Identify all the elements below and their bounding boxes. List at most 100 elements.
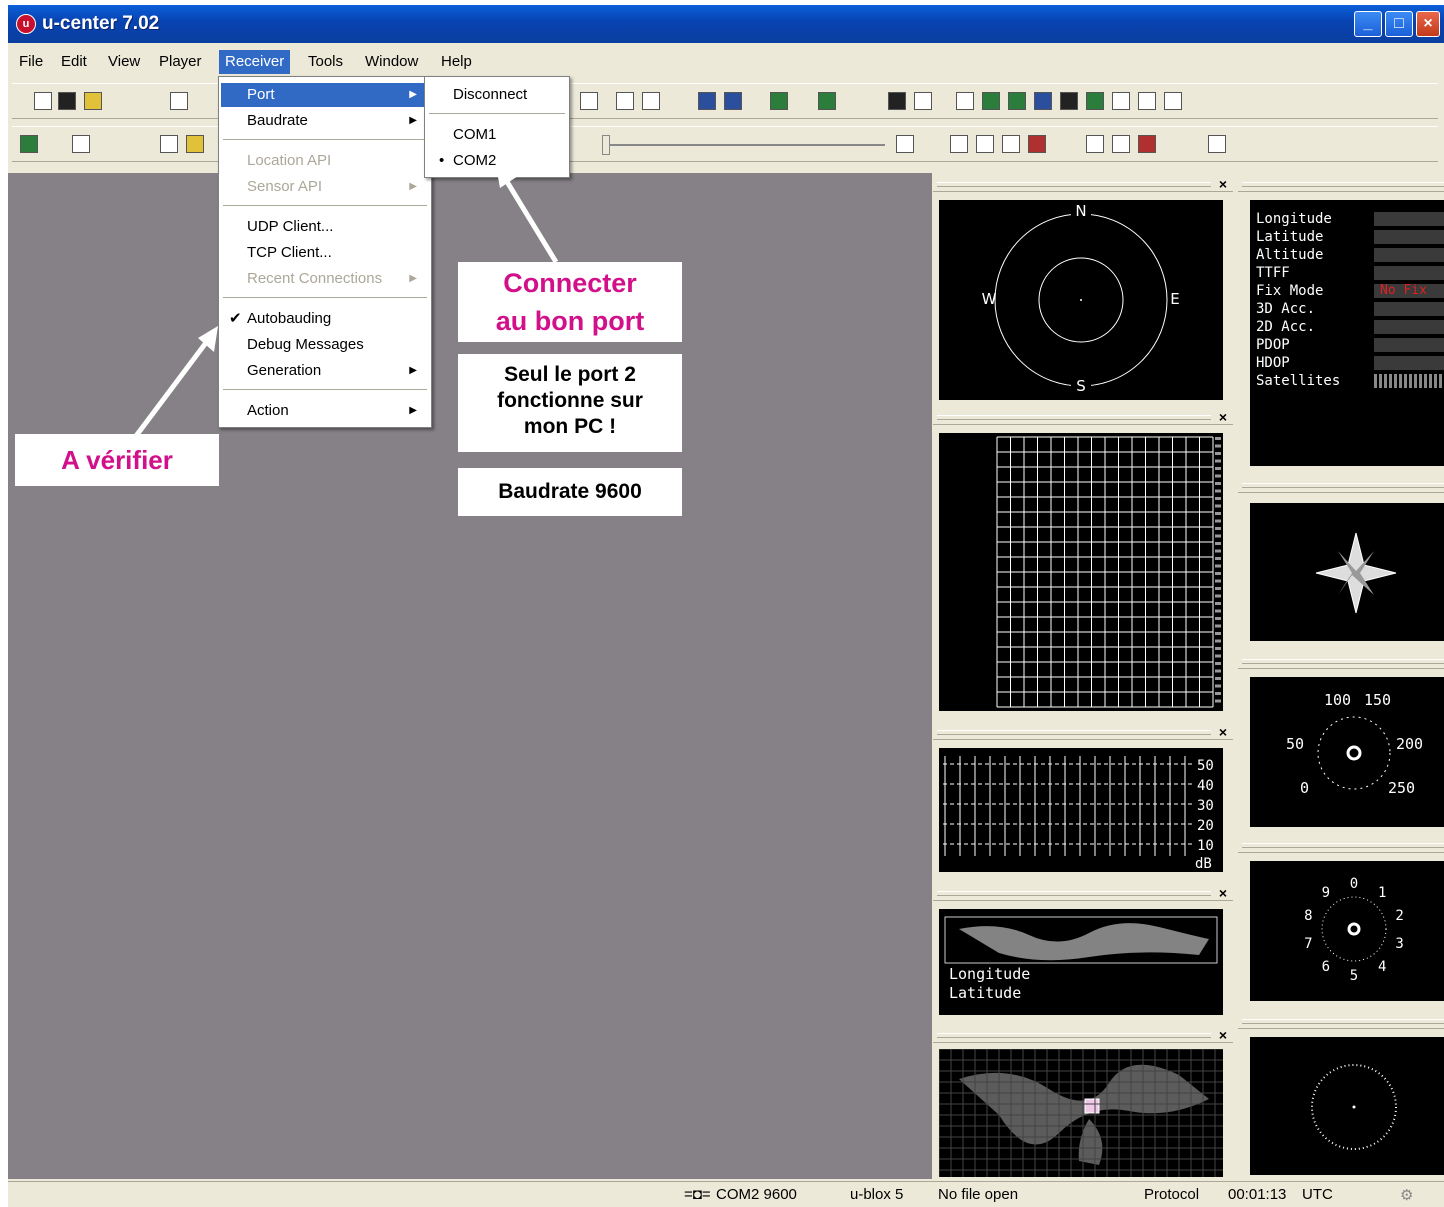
playback-slider-track — [607, 144, 885, 146]
chart-view-icon[interactable] — [770, 92, 788, 110]
menu-com1[interactable]: COM1 — [427, 123, 567, 147]
sky-view-pane: × N S E W — [933, 176, 1233, 404]
close-button[interactable]: × — [1416, 11, 1440, 37]
menu-player[interactable]: Player — [153, 50, 208, 74]
menu-disconnect[interactable]: Disconnect — [427, 83, 567, 107]
menu-window[interactable]: Window — [359, 50, 424, 74]
pane-grip[interactable] — [933, 178, 1233, 192]
menu-action[interactable]: Action ▶ — [221, 399, 429, 423]
pane-close-icon[interactable]: × — [1219, 1027, 1227, 1043]
connect-note-line-1: Connecter — [503, 268, 637, 298]
compass-sky-plot: N S E W — [982, 202, 1180, 395]
pane-grip[interactable] — [933, 887, 1233, 901]
reset-icon[interactable] — [1028, 135, 1046, 153]
menu-location-api: Location API — [247, 152, 332, 169]
menu-com2[interactable]: • COM2 — [427, 149, 567, 173]
speedometer-pane: × 100 150 50 200 0 250 — [1238, 655, 1444, 833]
map-icon[interactable] — [724, 92, 742, 110]
cold-start-icon[interactable] — [1002, 135, 1020, 153]
autobaud-wand-icon[interactable] — [160, 135, 178, 153]
pane-grip[interactable] — [933, 726, 1233, 740]
pane-grip[interactable] — [1238, 839, 1444, 853]
clock-tick-1: 1 — [1378, 885, 1386, 901]
connection-icon[interactable] — [20, 135, 38, 153]
compass-rose-icon — [1315, 532, 1397, 614]
table-view-icon[interactable] — [642, 92, 660, 110]
menu-receiver[interactable]: Receiver — [219, 50, 291, 74]
window-title: u-center 7.02 — [42, 13, 160, 34]
pane-grip[interactable] — [933, 411, 1233, 425]
hot-start-icon[interactable] — [950, 135, 968, 153]
status-time: 00:01:13 — [1228, 1186, 1287, 1203]
level-icon[interactable] — [1008, 92, 1026, 110]
signal-unit: dB — [1195, 856, 1212, 872]
speed-icon[interactable] — [1138, 92, 1156, 110]
new-file-icon[interactable] — [34, 92, 52, 110]
menu-autobauding[interactable]: ✔ Autobauding — [221, 307, 429, 331]
pane-close-icon[interactable]: × — [1219, 409, 1227, 425]
menu-port[interactable]: Port ▶ — [221, 83, 429, 107]
globe-icon[interactable] — [698, 92, 716, 110]
menu-edit[interactable]: Edit — [55, 50, 93, 74]
attitude-screen — [1250, 1037, 1444, 1175]
gear-send-icon[interactable] — [1112, 135, 1130, 153]
config-icon[interactable] — [1164, 92, 1182, 110]
skip-end-icon[interactable] — [896, 135, 914, 153]
sky-view-icon[interactable] — [914, 92, 932, 110]
text-console-icon[interactable] — [1060, 92, 1078, 110]
baudrate-icon[interactable] — [72, 135, 90, 153]
pane-close-icon[interactable]: × — [1219, 176, 1227, 192]
pane-grip[interactable] — [1238, 1015, 1444, 1029]
gear-stop-icon[interactable] — [1138, 135, 1156, 153]
menu-generation[interactable]: Generation ▶ — [221, 359, 429, 383]
connect-note-line-2: au bon port — [495, 306, 645, 336]
warm-start-icon[interactable] — [976, 135, 994, 153]
gps-options-icon[interactable] — [1208, 135, 1226, 153]
view-toggle-icon[interactable] — [580, 92, 598, 110]
menu-file[interactable]: File — [13, 50, 49, 74]
open-folder-icon[interactable] — [84, 92, 102, 110]
satellite-icon[interactable] — [956, 92, 974, 110]
menu-debug-messages[interactable]: Debug Messages — [221, 333, 429, 357]
title-bar[interactable]: u u-center 7.02 _ □ × — [8, 5, 1444, 43]
clock-gauge: 0 12 34 5 67 89 — [1304, 876, 1404, 984]
signal-icon[interactable] — [982, 92, 1000, 110]
satellite-level-pane: × — [933, 409, 1233, 715]
value-bar — [1374, 248, 1444, 262]
compass-icon[interactable] — [1034, 92, 1052, 110]
speed-tick-0: 0 — [1300, 779, 1309, 797]
playback-slider-thumb[interactable] — [602, 135, 610, 155]
pane-close-icon[interactable]: × — [1219, 885, 1227, 901]
pane-close-icon[interactable]: × — [1219, 724, 1227, 740]
menu-separator — [223, 389, 427, 390]
sum-icon[interactable] — [616, 92, 634, 110]
print-icon[interactable] — [170, 92, 188, 110]
pane-grip[interactable] — [1238, 178, 1444, 192]
pane-grip[interactable] — [1238, 479, 1444, 493]
value-bar — [1374, 266, 1444, 280]
pane-grip[interactable] — [1238, 655, 1444, 669]
gear-poll-icon[interactable] — [1086, 135, 1104, 153]
debug-bug-icon[interactable] — [186, 135, 204, 153]
submenu-arrow-icon: ▶ — [409, 273, 417, 284]
menu-tcp-client[interactable]: TCP Client... — [221, 241, 429, 265]
status-port: COM2 9600 — [716, 1186, 797, 1203]
menu-udp-client[interactable]: UDP Client... — [221, 215, 429, 239]
menu-view[interactable]: View — [102, 50, 146, 74]
status-bar: =◘= COM2 9600 u-blox 5 No file open Prot… — [8, 1181, 1444, 1207]
save-icon[interactable] — [58, 92, 76, 110]
menu-help[interactable]: Help — [435, 50, 478, 74]
packet-console-icon[interactable] — [1086, 92, 1104, 110]
menu-tools[interactable]: Tools — [302, 50, 349, 74]
pane-grip[interactable] — [933, 1029, 1233, 1043]
minimize-button[interactable]: _ — [1354, 11, 1382, 37]
menu-baudrate[interactable]: Baudrate ▶ — [221, 109, 429, 133]
connection-status-icon: =◘= — [684, 1186, 711, 1203]
clock-tick-9: 9 — [1322, 885, 1330, 901]
binary-console-icon[interactable] — [1112, 92, 1130, 110]
submenu-arrow-icon: ▶ — [409, 181, 417, 192]
verify-note: A vérifier — [15, 434, 219, 486]
maximize-button[interactable]: □ — [1385, 11, 1413, 37]
deviation-icon[interactable] — [888, 92, 906, 110]
histogram-icon[interactable] — [818, 92, 836, 110]
